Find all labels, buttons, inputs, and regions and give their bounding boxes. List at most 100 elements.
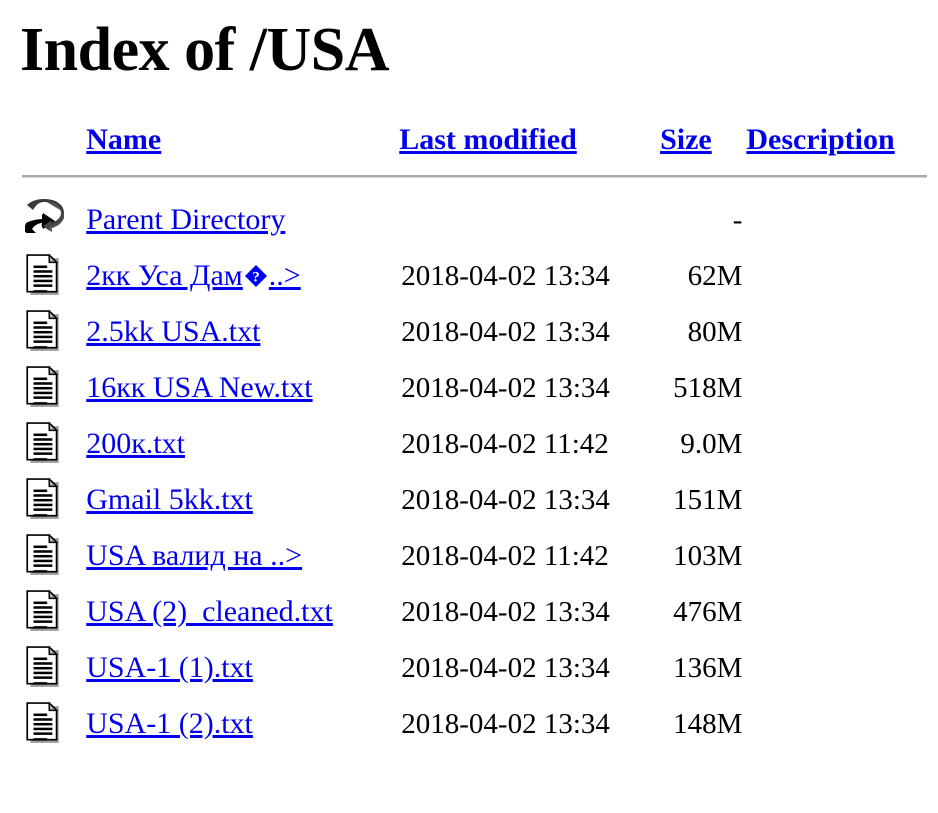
table-row: 2.5kk USA.txt 2018-04-02 13:34 80M <box>14 304 927 360</box>
table-row: USA валид на ..> 2018-04-02 11:42 103M <box>14 528 927 584</box>
table-row: 200к.txt 2018-04-02 11:42 9.0M <box>14 416 927 472</box>
table-row: USA (2)_cleaned.txt 2018-04-02 13:34 476M <box>14 584 927 640</box>
file-name-text: Parent Directory <box>86 203 286 237</box>
column-header-last-modified[interactable]: Last modified <box>399 83 660 165</box>
text-file-icon <box>24 590 64 634</box>
back-icon <box>24 198 64 242</box>
text-file-icon <box>24 366 64 410</box>
row-icon-cell <box>14 528 86 584</box>
file-name-text: USA-1 (2).txt <box>86 707 253 741</box>
row-description-cell <box>746 528 927 584</box>
row-size-cell: 136M <box>673 651 743 684</box>
table-header-row: Name Last modified Size Description <box>14 83 927 165</box>
text-file-icon <box>24 422 64 466</box>
row-description-cell <box>746 304 927 360</box>
row-last-modified-cell: 2018-04-02 11:42 <box>401 427 609 460</box>
file-name-text: 2.5kk USA.txt <box>86 315 261 349</box>
column-header-size[interactable]: Size <box>660 83 746 165</box>
table-body: Parent Directory - 2кк Уса Дам? ..> 2018-04-… <box>14 192 927 752</box>
row-last-modified-cell: 2018-04-02 11:42 <box>401 539 609 572</box>
row-size-cell: - <box>732 203 743 236</box>
row-name-cell: USA-1 (1).txt <box>86 640 399 696</box>
row-description-cell <box>746 248 927 304</box>
text-file-icon <box>24 254 64 298</box>
row-last-modified-cell: 2018-04-02 13:34 <box>401 315 610 348</box>
row-description-cell <box>746 360 927 416</box>
row-size-cell: 476M <box>673 595 743 628</box>
file-link[interactable]: USA (2)_cleaned.txt <box>86 595 333 628</box>
row-name-cell: USA (2)_cleaned.txt <box>86 584 399 640</box>
file-name-text: USA (2)_cleaned.txt <box>86 595 333 629</box>
file-link[interactable]: 200к.txt <box>86 427 185 460</box>
row-size-cell: 62M <box>687 259 743 292</box>
sort-by-description-link[interactable]: Description <box>746 123 894 156</box>
row-name-cell: USA-1 (2).txt <box>86 696 399 752</box>
row-last-modified-cell <box>399 192 660 248</box>
file-link[interactable]: USA-1 (1).txt <box>86 651 253 684</box>
column-header-name[interactable]: Name <box>86 83 399 165</box>
sort-by-size-link[interactable]: Size <box>660 123 712 156</box>
row-icon-cell <box>14 640 86 696</box>
row-icon-cell <box>14 584 86 640</box>
column-header-description[interactable]: Description <box>746 83 927 165</box>
row-icon-cell <box>14 304 86 360</box>
row-description-cell <box>746 584 927 640</box>
row-description-cell <box>746 416 927 472</box>
row-icon-cell <box>14 360 86 416</box>
row-size-cell: 103M <box>673 539 743 572</box>
table-row: 2кк Уса Дам? ..> 2018-04-02 13:34 62M <box>14 248 927 304</box>
row-name-cell: Parent Directory <box>86 192 399 248</box>
file-name-truncation-text: ..> <box>268 259 301 293</box>
horizontal-rule <box>22 175 927 179</box>
text-file-icon <box>24 310 64 354</box>
sort-by-name-link[interactable]: Name <box>86 123 161 156</box>
svg-text:?: ? <box>252 270 260 286</box>
table-row: 16кк USA New.txt 2018-04-02 13:34 518M <box>14 360 927 416</box>
row-size-cell: 151M <box>673 483 743 516</box>
file-name-text: USA-1 (1).txt <box>86 651 253 685</box>
file-link[interactable]: 16кк USA New.txt <box>86 371 312 404</box>
table-row: Gmail 5kk.txt 2018-04-02 13:34 151M <box>14 472 927 528</box>
row-icon-cell <box>14 472 86 528</box>
file-link[interactable]: 2кк Уса Дам? ..> <box>86 259 300 292</box>
row-size-cell: 148M <box>673 707 743 740</box>
row-description-cell <box>746 640 927 696</box>
table-row: USA-1 (2).txt 2018-04-02 13:34 148M <box>14 696 927 752</box>
row-name-cell: Gmail 5kk.txt <box>86 472 399 528</box>
row-name-cell: USA валид на ..> <box>86 528 399 584</box>
row-icon-cell <box>14 696 86 752</box>
row-name-cell: 16кк USA New.txt <box>86 360 399 416</box>
file-link[interactable]: USA валид на ..> <box>86 539 302 572</box>
directory-index-page: Index of /USA Name Last modified Size De… <box>0 0 938 813</box>
file-name-text: 16кк USA New.txt <box>86 371 313 405</box>
page-title: Index of /USA <box>20 16 390 84</box>
replacement-character-icon: ? <box>244 264 268 288</box>
file-name-text: USA валид на ..> <box>86 539 303 573</box>
text-file-icon <box>24 478 64 522</box>
text-file-icon <box>24 702 64 746</box>
file-name-text: 2кк Уса Дам <box>86 259 243 293</box>
file-name-text: Gmail 5kk.txt <box>86 483 253 517</box>
table-row: Parent Directory - <box>14 192 927 248</box>
row-description-cell <box>746 192 927 248</box>
file-link[interactable]: 2.5kk USA.txt <box>86 315 260 348</box>
sort-by-last-modified-link[interactable]: Last modified <box>399 123 577 156</box>
file-name-text: 200к.txt <box>86 427 185 461</box>
header-rule-row <box>14 165 927 192</box>
row-name-cell: 2.5kk USA.txt <box>86 304 399 360</box>
row-last-modified-cell: 2018-04-02 13:34 <box>401 483 610 516</box>
file-link[interactable]: Gmail 5kk.txt <box>86 483 253 516</box>
row-description-cell <box>746 696 927 752</box>
row-icon-cell <box>14 248 86 304</box>
row-icon-cell <box>14 192 86 248</box>
row-last-modified-cell: 2018-04-02 13:34 <box>401 707 610 740</box>
parent-directory-link[interactable]: Parent Directory <box>86 203 285 236</box>
row-last-modified-cell: 2018-04-02 13:34 <box>401 595 610 628</box>
header-divider-cell <box>14 165 927 192</box>
file-link[interactable]: USA-1 (2).txt <box>86 707 253 740</box>
row-last-modified-cell: 2018-04-02 13:34 <box>401 651 610 684</box>
row-name-cell: 200к.txt <box>86 416 399 472</box>
row-size-cell: 9.0M <box>680 427 743 460</box>
row-size-cell: 518M <box>673 371 743 404</box>
row-last-modified-cell: 2018-04-02 13:34 <box>401 371 610 404</box>
